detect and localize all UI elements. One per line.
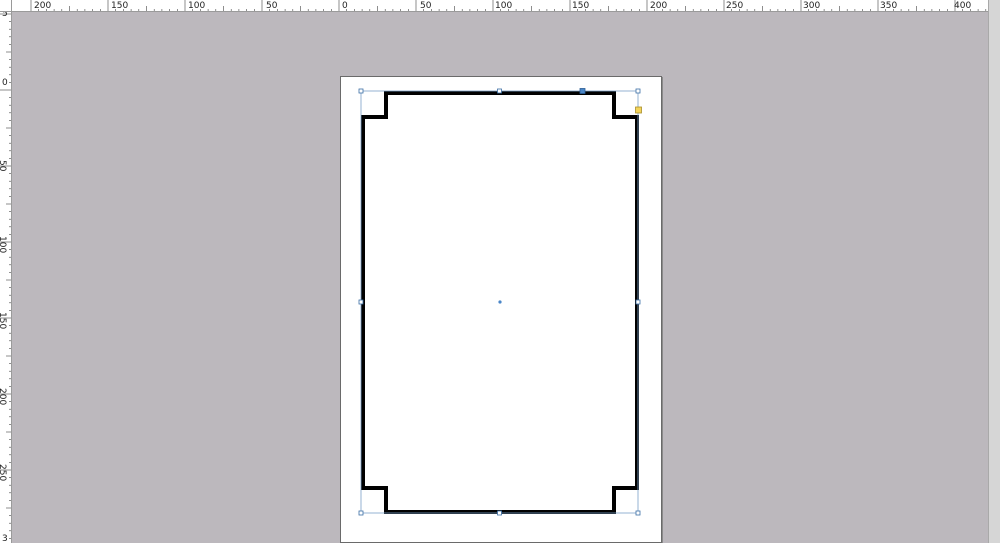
ruler-top-label: 50: [420, 1, 432, 11]
ruler-top-label: 100: [188, 1, 205, 11]
ruler-left-label: 3: [2, 534, 8, 543]
rotation-handle[interactable]: [579, 88, 586, 94]
resize-handle-top-right[interactable]: [635, 88, 641, 94]
vertical-scrollbar[interactable]: [988, 0, 1000, 543]
ruler-top-label: 100: [495, 1, 512, 11]
editor-window: 200 150 100 50 0 50 100 150 200 250 300 …: [0, 0, 1000, 543]
horizontal-ruler[interactable]: 200 150 100 50 0 50 100 150 200 250 300 …: [12, 0, 988, 12]
ruler-left-label: 250: [0, 464, 7, 481]
ruler-left-label: 100: [0, 236, 7, 253]
resize-handle-bottom-right[interactable]: [635, 510, 641, 516]
ruler-left-label: 50: [0, 160, 7, 172]
resize-handle-bottom[interactable]: [497, 510, 502, 516]
canvas-area[interactable]: [12, 12, 988, 543]
center-point-marker[interactable]: [498, 300, 502, 304]
vertical-ruler-scale: 5 0 50 100 150 200 250 3: [0, 12, 11, 543]
ruler-left-label: 0: [2, 78, 8, 88]
resize-handle-bottom-left[interactable]: [358, 510, 364, 516]
ruler-top-label: 250: [726, 1, 743, 11]
ruler-left-label: 200: [0, 388, 7, 405]
ruler-left-label: 5: [2, 12, 8, 19]
horizontal-ruler-scale: 200 150 100 50 0 50 100 150 200 250 300 …: [30, 0, 987, 11]
ruler-top-label: 300: [803, 1, 820, 11]
ruler-left-label: 150: [0, 312, 7, 329]
ruler-top-label: 50: [266, 1, 278, 11]
resize-handle-top-left[interactable]: [358, 88, 364, 94]
ruler-top-label: 200: [650, 1, 667, 11]
vertical-ruler-ticks: [0, 13, 11, 539]
corner-adjust-handle[interactable]: [635, 106, 642, 114]
resize-handle-right[interactable]: [635, 299, 641, 305]
ruler-origin-corner[interactable]: [0, 0, 12, 12]
page-artwork: [358, 88, 642, 516]
ruler-top-label: 200: [34, 1, 51, 11]
vertical-ruler[interactable]: 5 0 50 100 150 200 250 3: [0, 12, 12, 543]
resize-handle-top[interactable]: [497, 88, 502, 94]
ruler-top-label: 350: [880, 1, 897, 11]
ruler-top-label: 150: [111, 1, 128, 11]
ruler-top-label: 0: [342, 1, 348, 11]
ruler-top-label: 150: [572, 1, 589, 11]
ruler-top-label: 400: [954, 1, 971, 11]
resize-handle-left[interactable]: [358, 299, 364, 305]
